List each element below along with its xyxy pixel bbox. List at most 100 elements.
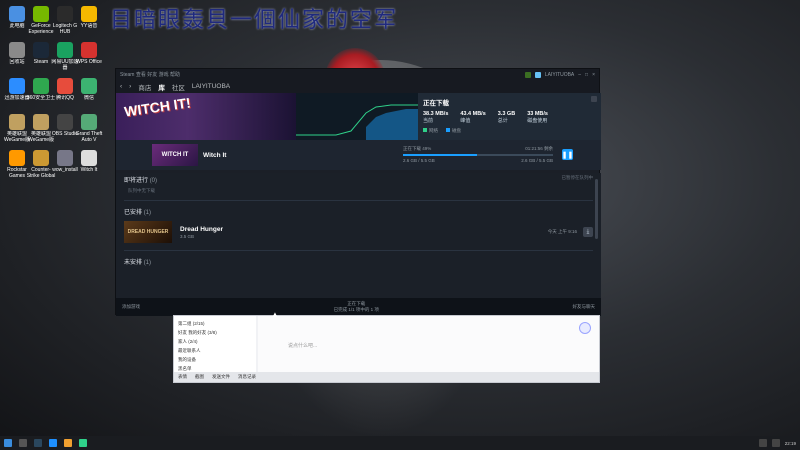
app-icon (57, 114, 73, 130)
desktop-icon-label: Grand Theft Auto V (75, 131, 103, 143)
steam-navbar: ‹ › 商店 库 社区 LAIYITUOBA (116, 80, 599, 93)
titlebar-username[interactable]: LAIYITUOBA (545, 72, 574, 78)
desktop-icon[interactable]: 微信 (74, 78, 104, 107)
friends-chat-button[interactable]: 好友与聊天 (572, 304, 595, 310)
steam-footer: 添加游戏 正在下载 已完成 1/1 项中的 1 项 好友与聊天 (116, 298, 601, 316)
stats-heading: 正在下载 (423, 100, 449, 107)
steam-window: Steam 查看 好友 游戏 帮助 LAIYITUOBA – □ × ‹ › 商… (115, 68, 601, 316)
app-icon (57, 150, 73, 166)
desktop-icon[interactable]: Grand Theft Auto V (74, 114, 104, 143)
friend-list: 第二组 (2/15) 好友 我的好友 (3/8) 家人 (2/4) 最近联系人 我的设备… (174, 316, 256, 374)
footer-download-status[interactable]: 正在下载 已完成 1/1 项中的 1 项 (334, 301, 379, 313)
wechat-taskbar-icon[interactable] (79, 439, 87, 447)
maximize-icon[interactable]: □ (585, 72, 588, 78)
disk-bytes: 2.6 GB / 5.5 GB (521, 158, 553, 163)
app-icon (81, 114, 97, 130)
desktop-marquee-text: 目暗眼轰貝一個仙家的空军 (110, 8, 399, 33)
friend-group[interactable]: 最近联系人 (178, 346, 252, 355)
current-game-name[interactable]: Witch It (203, 152, 226, 159)
clock[interactable]: 22:19 (785, 441, 796, 446)
queue-game-thumbnail[interactable]: DREAD HUNGER (124, 221, 172, 243)
stat-cell: 3.3 GB 总计 (497, 111, 516, 124)
current-game-thumbnail[interactable]: WITCH IT (152, 144, 198, 166)
mouse-cursor-icon: ▲ (271, 310, 279, 319)
forward-arrow-icon[interactable]: › (129, 83, 131, 90)
nav-community[interactable]: 社区 (172, 82, 185, 92)
queue-game-size: 3.5 GB (180, 233, 195, 239)
steam-taskbar-icon[interactable] (34, 439, 42, 447)
start-icon[interactable] (4, 439, 12, 447)
settings-icon[interactable] (591, 96, 597, 102)
divider (124, 250, 593, 251)
friend-group[interactable]: 我的设备 (178, 355, 252, 364)
app-icon (57, 78, 73, 94)
chat-window: 第二组 (2/15) 好友 我的好友 (3/8) 家人 (2/4) 最近联系人 我的设备… (173, 315, 600, 383)
app-icon (81, 150, 97, 166)
app-icon (33, 6, 49, 22)
chat-pane: 说点什么吧... (258, 316, 599, 374)
search-icon[interactable] (19, 439, 27, 447)
game-banner: WITCH IT! (116, 93, 296, 140)
pause-button[interactable]: ❚❚ (562, 149, 573, 160)
download-bytes: 2.6 GB / 5.5 GB (403, 158, 435, 163)
chat-input[interactable]: 说点什么吧... (288, 342, 317, 349)
chat-tool[interactable]: 表情 (178, 374, 187, 380)
bandwidth-graph (296, 93, 418, 140)
nav-store[interactable]: 商店 (138, 82, 151, 92)
download-remaining: 01:21:56 剩余 (525, 146, 553, 151)
disk-graph-area (366, 109, 418, 140)
stat-cell: 33 MB/s 磁盘使用 (527, 111, 548, 124)
progress-bar (403, 154, 553, 156)
avatar[interactable] (534, 71, 541, 78)
scrollbar[interactable] (595, 179, 598, 239)
chat-tool[interactable]: 截图 (195, 374, 204, 380)
stat-cell: 38.3 MB/s 当前 (423, 111, 449, 124)
notification-icon[interactable] (524, 71, 531, 78)
app-icon (81, 6, 97, 22)
app-icon (9, 78, 25, 94)
download-status: 正在下载 49% (403, 146, 432, 151)
steam-menu[interactable]: Steam 查看 好友 游戏 帮助 (120, 71, 180, 78)
friend-group[interactable]: 家人 (2/4) (178, 337, 252, 346)
section-scheduled: 已安排 (1) (124, 210, 152, 216)
download-stats: 正在下载 38.3 MB/s 当前 43.4 MB/s 峰值 3.3 GB 总计 33 MB… (418, 93, 601, 140)
nav-username[interactable]: LAIYITUOBA (192, 83, 230, 90)
queue-item[interactable]: DREAD HUNGER Dread Hunger 3.5 GB 今天 上午 9… (116, 218, 601, 246)
desktop-icon[interactable]: YY语音 (74, 6, 104, 35)
legend-disk: 磁盘 (446, 128, 461, 134)
stats-values: 38.3 MB/s 当前 43.4 MB/s 峰值 3.3 GB 总计 33 MB/s 磁盘使… (423, 111, 596, 124)
chat-tool[interactable]: 发送文件 (212, 374, 230, 380)
desktop-icon-label: Witch It (80, 167, 98, 173)
minimize-icon[interactable]: – (578, 72, 581, 78)
folder-taskbar-icon[interactable] (64, 439, 72, 447)
chat-avatar-icon[interactable] (579, 322, 591, 334)
steam-titlebar: Steam 查看 好友 游戏 帮助 LAIYITUOBA – □ × (116, 69, 599, 80)
download-icon[interactable]: ⤓ (583, 227, 593, 237)
friend-group[interactable]: 好友 我的好友 (3/8) (178, 328, 252, 337)
network-icon[interactable] (758, 439, 767, 447)
download-queue-list: 即将进行 (0) 已暂停在队列中 队列中无下载 已安排 (1) DREAD HU… (116, 173, 601, 298)
upcoming-status: 已暂停在队列中 (561, 175, 594, 180)
app-icon (81, 78, 97, 94)
qq-taskbar-icon[interactable] (49, 439, 57, 447)
add-game-button[interactable]: 添加游戏 (122, 304, 140, 310)
app-icon (33, 78, 49, 94)
close-icon[interactable]: × (592, 72, 595, 78)
desktop-icon[interactable]: Witch It (74, 150, 104, 179)
volume-icon[interactable] (771, 439, 780, 447)
app-icon (9, 42, 25, 58)
desktop-icon-label: 微信 (83, 95, 94, 101)
app-icon (9, 114, 25, 130)
back-arrow-icon[interactable]: ‹ (120, 83, 122, 90)
nav-library[interactable]: 库 (158, 82, 165, 92)
app-icon (33, 114, 49, 130)
desktop-icon[interactable]: WPS Office (74, 42, 104, 71)
friend-group[interactable]: 第二组 (2/15) (178, 319, 252, 328)
app-icon (57, 6, 73, 22)
stat-cell: 43.4 MB/s 峰值 (460, 111, 486, 124)
chat-tool[interactable]: 消息记录 (238, 374, 256, 380)
system-tray: 22:19 (758, 439, 796, 447)
queue-game-name[interactable]: Dread Hunger (180, 226, 223, 233)
queue-scheduled-time: 今天 上午 9:16 (547, 229, 577, 234)
section-unscheduled: 未安排 (1) (124, 260, 152, 266)
